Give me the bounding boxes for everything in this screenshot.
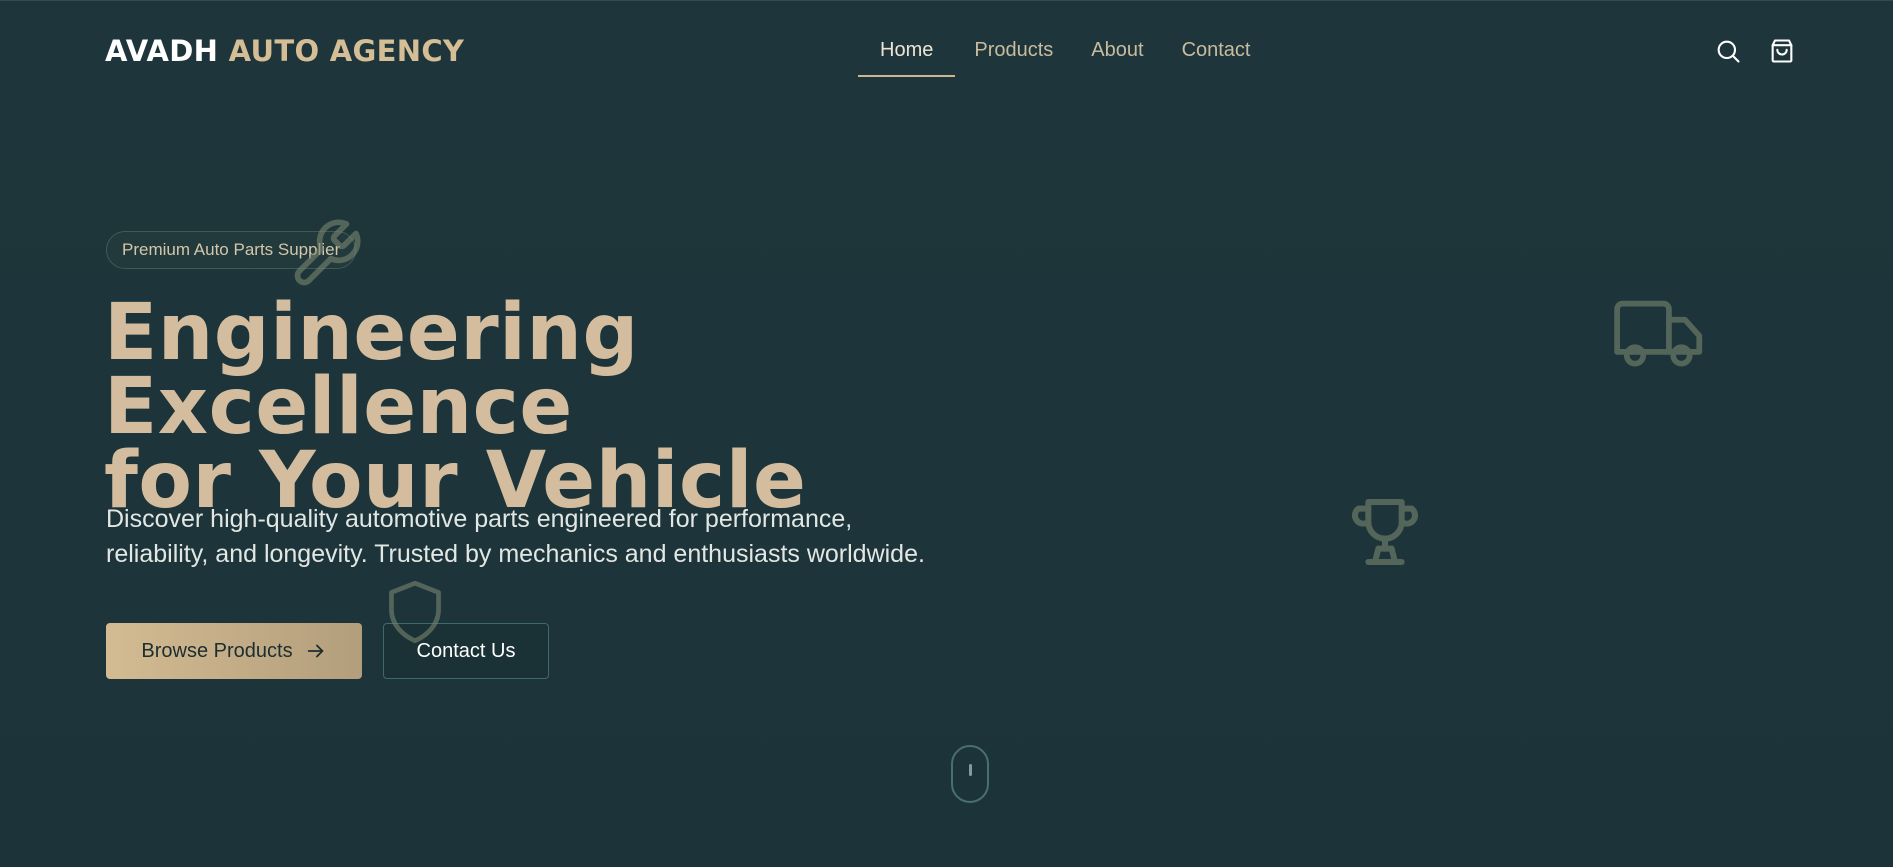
shopping-bag-icon[interactable] <box>1768 37 1796 65</box>
site-header: AVADH AUTO AGENCY Home Products About Co… <box>0 0 1893 100</box>
headline-line-1: Engineering Excellence <box>104 288 639 452</box>
nav-home[interactable]: Home <box>858 38 956 77</box>
hero-page: AVADH AUTO AGENCY Home Products About Co… <box>0 0 1893 867</box>
browse-products-label: Browse Products <box>141 639 293 662</box>
nav-about[interactable]: About <box>1072 38 1162 75</box>
wrench-icon <box>294 219 361 286</box>
logo-text-accent: AUTO AGENCY <box>228 34 465 68</box>
main-nav: Home Products About Contact <box>858 38 1270 78</box>
nav-contact[interactable]: Contact <box>1163 38 1270 75</box>
hero-description: Discover high-quality automotive parts e… <box>106 505 925 568</box>
shield-icon <box>389 580 441 644</box>
arrow-right-icon <box>307 644 323 658</box>
hero-headline: Engineering Excellence for Your Vehicle <box>104 294 1084 520</box>
scroll-indicator[interactable] <box>951 745 989 803</box>
nav-products[interactable]: Products <box>955 38 1072 75</box>
brand-logo[interactable]: AVADH AUTO AGENCY <box>105 34 464 68</box>
scroll-indicator-dot <box>969 764 972 776</box>
browse-products-button[interactable]: Browse Products <box>106 623 362 679</box>
trophy-icon <box>1352 499 1418 565</box>
logo-text-primary: AVADH <box>105 34 219 68</box>
search-icon[interactable] <box>1714 37 1742 65</box>
truck-icon <box>1614 300 1703 367</box>
